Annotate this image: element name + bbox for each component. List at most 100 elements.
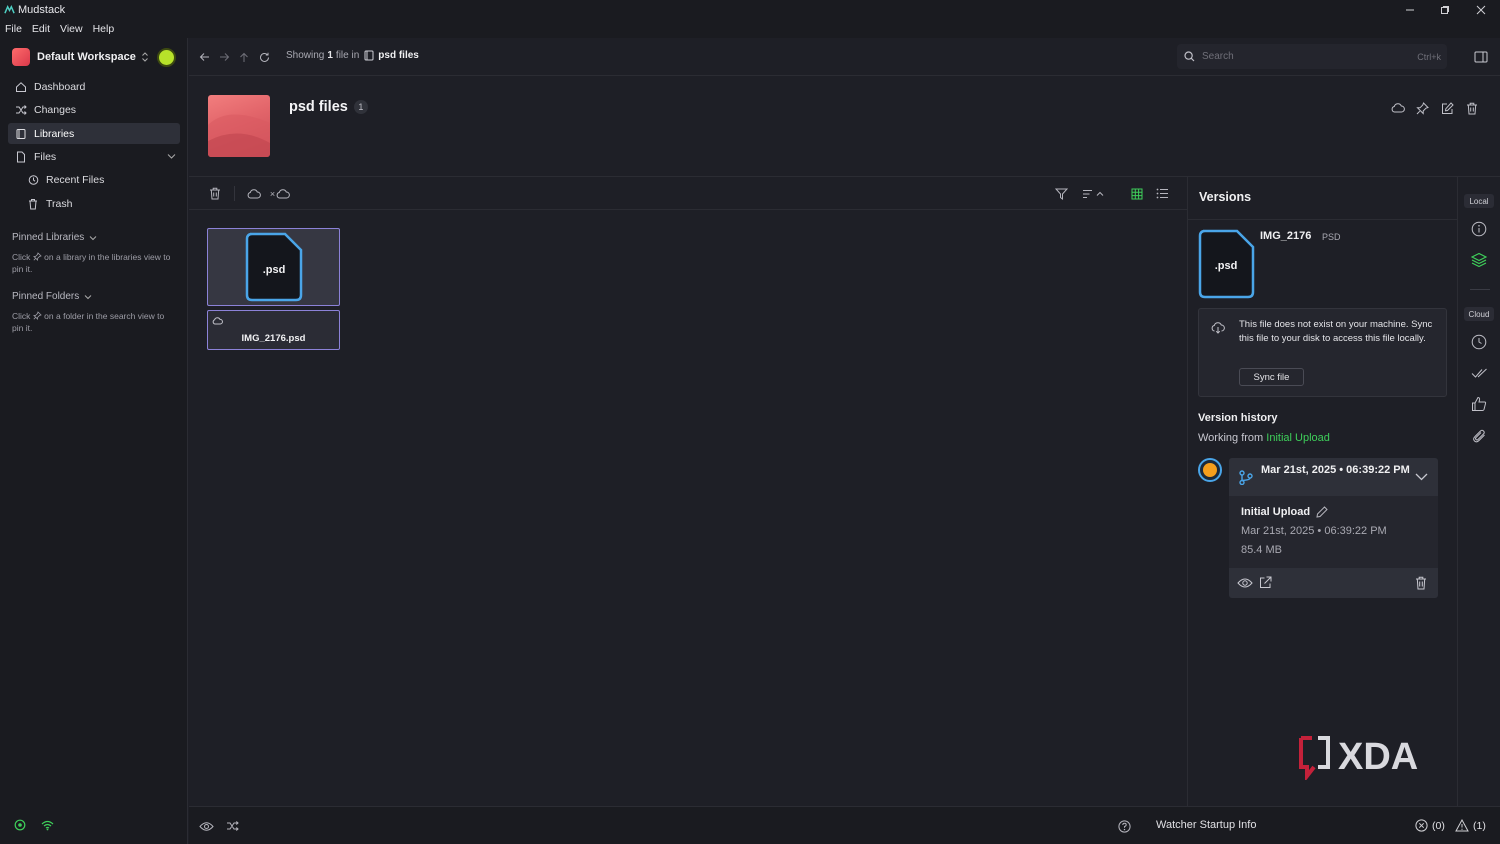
search-input[interactable] — [1202, 51, 1402, 62]
menu-view[interactable]: View — [60, 23, 83, 35]
help-icon[interactable] — [1116, 819, 1132, 833]
grid-view-icon[interactable] — [1129, 186, 1145, 201]
edit-icon[interactable] — [1439, 100, 1455, 116]
sidebar-item-recent-files[interactable]: Recent Files — [20, 169, 180, 190]
wifi-icon[interactable] — [41, 819, 54, 831]
hint-text: Click — [12, 252, 31, 262]
up-arrow-icon[interactable] — [237, 50, 251, 64]
pin-icon[interactable] — [1414, 100, 1430, 116]
branch-icon — [1239, 470, 1253, 485]
sidebar-item-dashboard[interactable]: Dashboard — [8, 76, 180, 97]
menu-edit[interactable]: Edit — [32, 23, 50, 35]
external-link-icon[interactable] — [1259, 576, 1272, 589]
home-icon — [16, 81, 26, 92]
version-file-name: IMG_2176 — [1260, 230, 1312, 242]
filter-icon[interactable] — [1053, 186, 1069, 201]
file-ext-label: .psd — [1215, 260, 1238, 272]
sidebar-item-trash[interactable]: Trash — [20, 193, 180, 214]
psd-file-icon: .psd — [1198, 229, 1255, 299]
error-icon — [1415, 819, 1428, 832]
pin-icon — [32, 252, 42, 261]
rail-label-local: Local — [1464, 194, 1494, 208]
sync-notice: This file does not exist on your machine… — [1198, 308, 1447, 397]
double-check-icon[interactable] — [1470, 364, 1488, 382]
rail-label-cloud: Cloud — [1464, 307, 1494, 321]
shield-icon[interactable] — [14, 819, 26, 831]
right-rail: Local Cloud — [1457, 177, 1500, 806]
version-name: Initial Upload — [1241, 506, 1328, 518]
paperclip-icon[interactable] — [1470, 427, 1488, 445]
layers-icon[interactable] — [1470, 251, 1488, 269]
trash-icon[interactable] — [207, 186, 222, 201]
watcher-startup-info[interactable]: Watcher Startup Info — [1156, 819, 1256, 831]
sync-notice-text: This file does not exist on your machine… — [1239, 319, 1433, 344]
panel-toggle-icon[interactable] — [1473, 50, 1489, 64]
working-from-label: Working from — [1198, 432, 1264, 444]
sync-file-button[interactable]: Sync file — [1239, 368, 1304, 386]
chevron-down-icon — [89, 235, 97, 240]
file-card-preview[interactable]: .psd — [207, 228, 340, 306]
warning-count-value: (1) — [1473, 819, 1486, 832]
version-entry-date: Mar 21st, 2025 • 06:39:22 PM — [1261, 464, 1410, 476]
close-window-button[interactable] — [1463, 0, 1499, 19]
list-view-icon[interactable] — [1154, 186, 1170, 201]
sidebar-item-label: Recent Files — [46, 173, 105, 186]
menu-help[interactable]: Help — [93, 23, 115, 35]
working-from-version[interactable]: Initial Upload — [1266, 432, 1330, 444]
cloud-icon[interactable] — [1390, 100, 1406, 116]
chevron-updown-icon — [141, 52, 148, 62]
sidebar-item-files[interactable]: Files — [8, 146, 180, 167]
pinned-libraries-header[interactable]: Pinned Libraries — [12, 232, 97, 243]
cloud-offline-icon[interactable]: × — [269, 186, 291, 201]
history-icon — [28, 174, 39, 185]
sidebar-item-label: Changes — [34, 103, 77, 116]
pinned-libraries-hint: Click on a library in the libraries view… — [12, 251, 177, 275]
clock-icon[interactable] — [1470, 333, 1488, 351]
menu-bar: File Edit View Help — [0, 19, 1500, 38]
sort-icon[interactable] — [1081, 186, 1107, 201]
error-count[interactable]: (0) — [1415, 819, 1445, 832]
versions-panel: Versions .psd IMG_2176 PSD This file doe… — [1187, 177, 1457, 806]
chevron-down-icon[interactable] — [1415, 473, 1428, 481]
pinned-folders-header[interactable]: Pinned Folders — [12, 291, 92, 302]
thumbs-up-icon[interactable] — [1470, 395, 1488, 413]
search-box[interactable]: Ctrl+k — [1177, 44, 1447, 69]
eye-icon[interactable] — [198, 819, 214, 833]
restore-button[interactable] — [1427, 0, 1463, 19]
file-grid: .psd IMG_2176.psd — [189, 210, 1187, 806]
pencil-icon[interactable] — [1316, 506, 1328, 518]
forward-arrow-icon[interactable] — [217, 50, 231, 64]
file-card-info[interactable]: IMG_2176.psd — [207, 310, 340, 350]
library-icon — [16, 128, 26, 139]
trash-icon[interactable] — [1464, 100, 1480, 116]
info-icon[interactable] — [1470, 220, 1488, 238]
version-name-text: Initial Upload — [1241, 506, 1311, 518]
user-avatar[interactable] — [157, 48, 176, 67]
shuffle-icon[interactable] — [224, 819, 240, 833]
eye-icon[interactable] — [1237, 577, 1253, 589]
refresh-icon[interactable] — [257, 50, 271, 64]
warning-count[interactable]: (1) — [1455, 819, 1486, 832]
versions-title: Versions — [1199, 190, 1252, 204]
breadcrumb-folder[interactable]: psd files — [378, 50, 419, 61]
sidebar-item-libraries[interactable]: Libraries — [8, 123, 180, 144]
version-file-type: PSD — [1322, 232, 1341, 242]
menu-file[interactable]: File — [5, 23, 22, 35]
cloud-icon[interactable] — [246, 186, 262, 201]
library-header: psd files 1 — [189, 76, 1500, 177]
toolbar-divider — [234, 186, 235, 201]
version-entry-header[interactable]: Mar 21st, 2025 • 06:39:22 PM — [1229, 458, 1438, 496]
chevron-down-icon[interactable] — [167, 153, 176, 160]
version-size: 85.4 MB — [1241, 544, 1282, 556]
minimize-button[interactable] — [1392, 0, 1428, 19]
divider — [1188, 219, 1457, 220]
file-icon — [17, 151, 25, 162]
sidebar-item-changes[interactable]: Changes — [8, 99, 180, 120]
workspace-switcher[interactable]: Default Workspace — [12, 48, 149, 66]
back-arrow-icon[interactable] — [197, 50, 211, 64]
app-logo-icon — [4, 5, 15, 14]
file-toolbar: × — [189, 177, 1187, 210]
trash-icon[interactable] — [1415, 576, 1427, 590]
offline-marker: × — [269, 188, 276, 199]
error-count-value: (0) — [1432, 819, 1445, 832]
